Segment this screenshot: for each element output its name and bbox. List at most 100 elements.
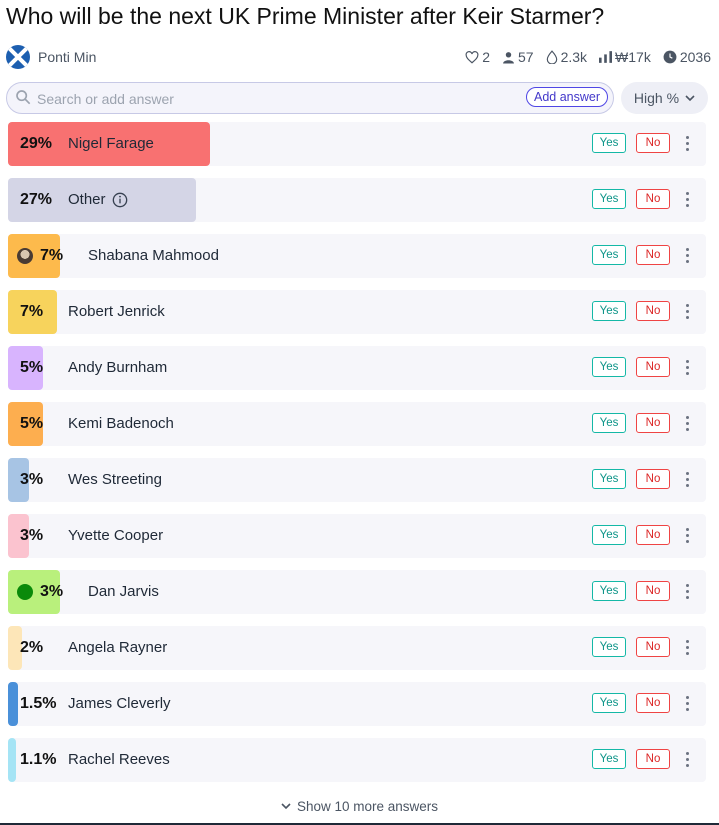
answer-name: Wes Streeting (68, 458, 162, 502)
more-options-icon[interactable] (684, 472, 690, 488)
answer-row[interactable]: 1.5% James Cleverly Yes No (8, 682, 706, 726)
answer-name-text: Andy Burnham (68, 359, 168, 376)
answer-row[interactable]: 29% Nigel Farage Yes No (8, 122, 706, 166)
search-row: Add answer High % (6, 82, 709, 114)
author-name[interactable]: Ponti Min (38, 49, 96, 65)
answer-name-text: Shabana Mahmood (88, 247, 219, 264)
sort-label: High % (633, 90, 680, 106)
traders-stat: 57 (502, 49, 534, 65)
answer-name: Angela Rayner (68, 626, 167, 670)
search-input[interactable] (35, 88, 519, 110)
answer-name-text: Yvette Cooper (68, 527, 164, 544)
yes-button[interactable]: Yes (592, 693, 626, 713)
answer-row[interactable]: 5% Kemi Badenoch Yes No (8, 402, 706, 446)
market-meta: Ponti Min 2 57 2.3k ₩17k 2036 (6, 44, 711, 70)
yes-button[interactable]: Yes (592, 133, 626, 153)
answer-percent: 7% (40, 247, 64, 264)
search-icon (16, 90, 31, 105)
user-icon (503, 51, 514, 63)
answer-name: Robert Jenrick (68, 290, 165, 334)
more-options-icon[interactable] (684, 136, 690, 152)
answer-name: Rachel Reeves (68, 738, 170, 782)
search-box: Add answer (6, 82, 614, 114)
yes-button[interactable]: Yes (592, 413, 626, 433)
answer-row[interactable]: 3% Dan Jarvis Yes No (8, 570, 706, 614)
answer-name: Shabana Mahmood (88, 234, 219, 278)
yes-button[interactable]: Yes (592, 637, 626, 657)
likes-stat[interactable]: 2 (465, 49, 490, 65)
volume-value: ₩17k (615, 49, 651, 65)
more-options-icon[interactable] (684, 752, 690, 768)
more-options-icon[interactable] (684, 584, 690, 600)
answer-name: Yvette Cooper (68, 514, 163, 558)
answer-name-text: James Cleverly (68, 695, 171, 712)
answer-row[interactable]: 1.1% Rachel Reeves Yes No (8, 738, 706, 782)
chevron-down-icon (281, 803, 291, 810)
more-options-icon[interactable] (684, 360, 690, 376)
market-stats: 2 57 2.3k ₩17k 2036 (465, 49, 711, 65)
answer-row[interactable]: 7% Shabana Mahmood Yes No (8, 234, 706, 278)
answer-name-text: Robert Jenrick (68, 303, 165, 320)
yes-button[interactable]: Yes (592, 469, 626, 489)
info-icon[interactable] (112, 192, 128, 208)
no-button[interactable]: No (636, 581, 670, 601)
yes-button[interactable]: Yes (592, 301, 626, 321)
answer-row[interactable]: 27% Other Yes No (8, 178, 706, 222)
more-options-icon[interactable] (684, 192, 690, 208)
no-button[interactable]: No (636, 189, 670, 209)
close-date: 2036 (679, 49, 711, 65)
yes-button[interactable]: Yes (592, 245, 626, 265)
answer-row[interactable]: 3% Wes Streeting Yes No (8, 458, 706, 502)
liquidity-value: 2.3k (560, 49, 588, 65)
add-answer-button[interactable]: Add answer (525, 87, 608, 107)
liquidity-stat: 2.3k (546, 49, 587, 65)
no-button[interactable]: No (636, 357, 670, 377)
yes-button[interactable]: Yes (592, 357, 626, 377)
no-button[interactable]: No (636, 749, 670, 769)
more-options-icon[interactable] (684, 304, 690, 320)
no-button[interactable]: No (636, 245, 670, 265)
more-options-icon[interactable] (684, 640, 690, 656)
no-button[interactable]: No (636, 469, 670, 489)
answer-percent: 3% (20, 527, 44, 544)
more-options-icon[interactable] (684, 248, 690, 264)
no-button[interactable]: No (636, 693, 670, 713)
no-button[interactable]: No (636, 525, 670, 545)
no-button[interactable]: No (636, 301, 670, 321)
chevron-down-icon (685, 94, 695, 101)
yes-button[interactable]: Yes (592, 581, 626, 601)
answer-name: Other (68, 178, 128, 222)
answer-percent: 7% (20, 303, 44, 320)
question-title: Who will be the next UK Prime Minister a… (6, 3, 605, 29)
no-button[interactable]: No (636, 133, 670, 153)
no-button[interactable]: No (636, 413, 670, 433)
answer-name-text: Other (68, 191, 106, 208)
yes-button[interactable]: Yes (592, 525, 626, 545)
answer-row[interactable]: 2% Angela Rayner Yes No (8, 626, 706, 670)
yes-button[interactable]: Yes (592, 749, 626, 769)
answer-row[interactable]: 5% Andy Burnham Yes No (8, 346, 706, 390)
no-button[interactable]: No (636, 637, 670, 657)
more-options-icon[interactable] (684, 696, 690, 712)
more-options-icon[interactable] (684, 416, 690, 432)
answer-percent: 3% (40, 583, 64, 600)
avatar (17, 248, 33, 264)
answer-percent: 1.1% (20, 751, 57, 768)
answer-row[interactable]: 7% Robert Jenrick Yes No (8, 290, 706, 334)
green-dot-avatar (17, 584, 33, 600)
scotland-flag-icon (6, 45, 30, 69)
answer-name: Andy Burnham (68, 346, 167, 390)
probability-bar (8, 682, 19, 726)
sort-dropdown[interactable]: High % (621, 82, 708, 114)
author[interactable]: Ponti Min (6, 45, 96, 69)
traders-count: 57 (518, 49, 534, 65)
probability-bar (8, 738, 16, 782)
volume-stat: ₩17k (599, 49, 651, 65)
answer-percent: 5% (20, 359, 44, 376)
answer-name-text: Wes Streeting (68, 471, 162, 488)
clock-icon (663, 50, 677, 64)
yes-button[interactable]: Yes (592, 189, 626, 209)
more-options-icon[interactable] (684, 528, 690, 544)
answer-row[interactable]: 3% Yvette Cooper Yes No (8, 514, 706, 558)
show-more-link[interactable]: Show 10 more answers (0, 799, 719, 814)
